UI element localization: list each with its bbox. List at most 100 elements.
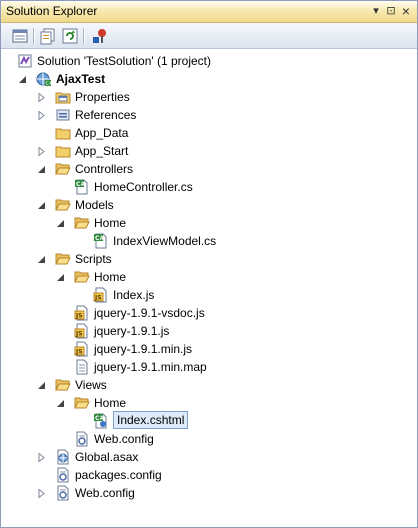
tree-item-label: Home [94, 396, 127, 410]
folder-icon [55, 143, 71, 159]
svg-text:JS: JS [75, 349, 83, 356]
svg-text:C#: C# [76, 181, 85, 188]
js-file-icon: JS [93, 287, 109, 303]
tree-item[interactable]: References [1, 106, 417, 124]
collapse-arrow-icon[interactable] [37, 255, 46, 264]
tree-item[interactable]: Global.asax [1, 448, 417, 466]
properties-icon[interactable] [11, 27, 29, 45]
tree-item-label: jquery-1.9.1.min.js [94, 342, 193, 356]
tree-item-label: IndexViewModel.cs [113, 234, 217, 248]
asax-file-icon [55, 449, 71, 465]
tree-item[interactable]: App_Data [1, 124, 417, 142]
tree-item-label: Index.cshtml [113, 411, 189, 429]
tree-item[interactable]: Properties [1, 88, 417, 106]
tree-item[interactable]: Home [1, 394, 417, 412]
expand-arrow-icon[interactable] [37, 147, 46, 156]
collapse-arrow-icon[interactable] [18, 75, 27, 84]
tree-item-label: Views [75, 378, 107, 392]
folder-open-icon [55, 251, 71, 267]
tree-item[interactable]: packages.config [1, 466, 417, 484]
view-class-diagram-icon[interactable] [90, 27, 108, 45]
references-icon [55, 107, 71, 123]
collapse-arrow-icon[interactable] [56, 399, 65, 408]
config-file-icon [55, 485, 71, 501]
tree-item-label: App_Start [75, 144, 129, 158]
panel-title: Solution Explorer [6, 4, 98, 18]
expand-arrow-icon[interactable] [37, 453, 46, 462]
tree-item-label: jquery-1.9.1.js [94, 324, 170, 338]
tree-item[interactable]: jquery-1.9.1.min.map [1, 358, 417, 376]
text-file-icon [74, 359, 90, 375]
tree-item-label: Scripts [75, 252, 112, 266]
tree-item[interactable]: JS jquery-1.9.1.js [1, 322, 417, 340]
collapse-arrow-icon[interactable] [37, 381, 46, 390]
collapse-arrow-icon[interactable] [56, 219, 65, 228]
tree-item[interactable]: JS jquery-1.9.1-vsdoc.js [1, 304, 417, 322]
close-icon[interactable]: × [399, 4, 413, 18]
tree-item[interactable]: C# HomeController.cs [1, 178, 417, 196]
svg-text:C#: C# [95, 235, 104, 242]
folder-open-icon [74, 269, 90, 285]
config-file-icon [74, 431, 90, 447]
js-file-icon: JS [74, 341, 90, 357]
project-node[interactable]: C#AjaxTest [1, 70, 417, 88]
expand-arrow-icon[interactable] [37, 93, 46, 102]
svg-text:C#: C# [95, 415, 104, 422]
tree-item[interactable]: Web.config [1, 484, 417, 502]
tree-item[interactable]: Scripts [1, 250, 417, 268]
refresh-icon[interactable] [61, 27, 79, 45]
tree-item-label: Web.config [75, 486, 135, 500]
toolbar [1, 23, 417, 49]
tree-item[interactable]: App_Start [1, 142, 417, 160]
toolbar-separator [83, 28, 85, 44]
tree-item[interactable]: C# Index.cshtml [1, 411, 417, 430]
tree-item-label: Web.config [94, 432, 154, 446]
folder-open-icon [55, 197, 71, 213]
toolbar-separator [33, 28, 35, 44]
tree-item-label: jquery-1.9.1.min.map [94, 360, 207, 374]
tree-item-label: References [75, 108, 137, 122]
cshtml-file-icon: C# [93, 413, 109, 429]
solution-icon [17, 53, 33, 69]
tree-item[interactable]: Home [1, 268, 417, 286]
tree-item[interactable]: Controllers [1, 160, 417, 178]
tree-item[interactable]: JS jquery-1.9.1.min.js [1, 340, 417, 358]
solution-explorer-panel: Solution Explorer ▾ ⊡ × Solution 'TestSo… [0, 0, 418, 528]
svg-text:JS: JS [94, 295, 102, 302]
tree-item-label: App_Data [75, 126, 129, 140]
config-file-icon [55, 467, 71, 483]
auto-hide-icon[interactable]: ⊡ [384, 4, 398, 18]
tree-item[interactable]: Web.config [1, 430, 417, 448]
tree-item-label: Global.asax [75, 450, 139, 464]
tree-item-label: Controllers [75, 162, 134, 176]
tree-item-label: Index.js [113, 288, 155, 302]
collapse-arrow-icon[interactable] [37, 165, 46, 174]
folder-open-icon [55, 161, 71, 177]
tree-item[interactable]: Models [1, 196, 417, 214]
svg-text:C#: C# [46, 81, 53, 87]
tree-item[interactable]: JS Index.js [1, 286, 417, 304]
js-file-icon: JS [74, 305, 90, 321]
tree-item-label: Properties [75, 90, 130, 104]
tree-item-label: AjaxTest [56, 72, 106, 86]
collapse-arrow-icon[interactable] [56, 273, 65, 282]
expand-arrow-icon[interactable] [37, 111, 46, 120]
folder-icon [55, 125, 71, 141]
solution-node[interactable]: Solution 'TestSolution' (1 project) [1, 52, 417, 70]
tree-item[interactable]: C# IndexViewModel.cs [1, 232, 417, 250]
properties-folder-icon [55, 89, 71, 105]
csharp-file-icon: C# [74, 179, 90, 195]
folder-open-icon [74, 395, 90, 411]
panel-titlebar[interactable]: Solution Explorer ▾ ⊡ × [1, 1, 417, 23]
expand-arrow-icon[interactable] [37, 489, 46, 498]
collapse-arrow-icon[interactable] [37, 201, 46, 210]
show-all-files-icon[interactable] [39, 27, 57, 45]
folder-open-icon [74, 215, 90, 231]
window-position-icon[interactable]: ▾ [369, 4, 383, 18]
solution-tree: Solution 'TestSolution' (1 project)C#Aja… [1, 50, 417, 527]
folder-open-icon [55, 377, 71, 393]
tree-item-label: packages.config [75, 468, 162, 482]
tree-item[interactable]: Home [1, 214, 417, 232]
tree-item[interactable]: Views [1, 376, 417, 394]
tree-item-label: jquery-1.9.1-vsdoc.js [94, 306, 205, 320]
